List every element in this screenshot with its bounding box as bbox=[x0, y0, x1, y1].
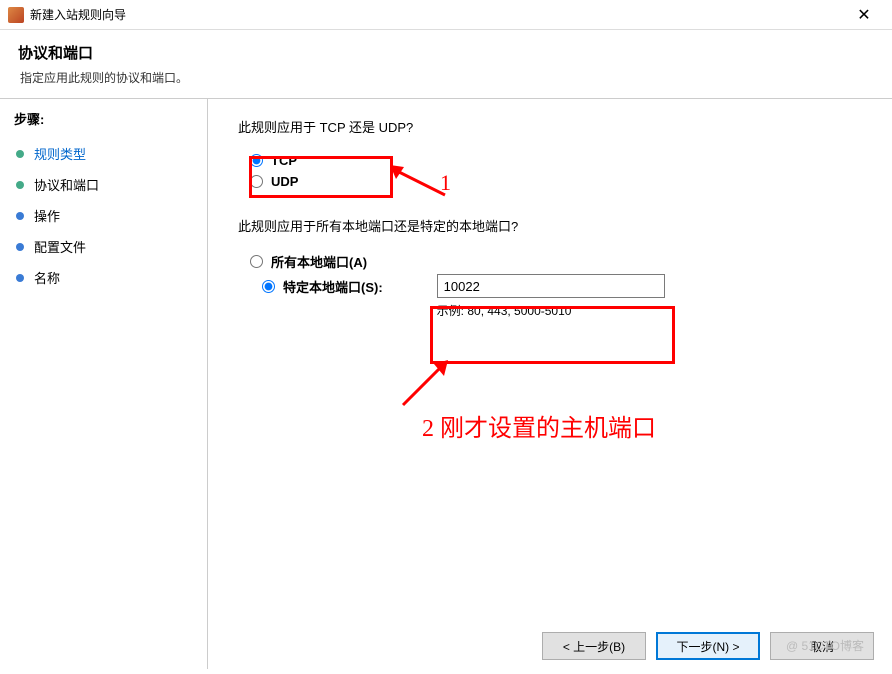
radio-tcp-label: TCP bbox=[271, 153, 297, 168]
radio-tcp[interactable]: TCP bbox=[250, 150, 862, 171]
bullet-icon bbox=[16, 274, 24, 282]
titlebar: 新建入站规则向导 ✕ bbox=[0, 0, 892, 30]
step-label: 规则类型 bbox=[34, 144, 86, 163]
window-title: 新建入站规则向导 bbox=[30, 6, 844, 23]
wizard-footer: < 上一步(B) 下一步(N) > 取消 bbox=[542, 632, 874, 660]
next-button[interactable]: 下一步(N) > bbox=[656, 632, 760, 660]
step-protocol-port[interactable]: 协议和端口 bbox=[14, 169, 193, 200]
page-title: 协议和端口 bbox=[18, 42, 874, 63]
step-label: 名称 bbox=[34, 268, 60, 287]
radio-udp-label: UDP bbox=[271, 174, 298, 189]
radio-specific-ports-input[interactable] bbox=[262, 280, 275, 293]
bullet-icon bbox=[16, 150, 24, 158]
bullet-icon bbox=[16, 212, 24, 220]
port-example: 示例: 80, 443, 5000-5010 bbox=[437, 302, 665, 319]
step-profile[interactable]: 配置文件 bbox=[14, 231, 193, 262]
radio-all-ports-input[interactable] bbox=[250, 255, 263, 268]
radio-all-ports-label: 所有本地端口(A) bbox=[271, 252, 367, 271]
step-rule-type[interactable]: 规则类型 bbox=[14, 138, 193, 169]
radio-specific-ports[interactable]: 特定本地端口(S): bbox=[262, 274, 383, 299]
wizard-content: 此规则应用于 TCP 还是 UDP? TCP UDP 此规则应用于所有本地端口还… bbox=[208, 99, 892, 669]
port-input[interactable] bbox=[437, 274, 665, 298]
app-icon bbox=[8, 7, 24, 23]
close-icon[interactable]: ✕ bbox=[844, 5, 884, 25]
protocol-radio-group: TCP UDP bbox=[250, 150, 862, 192]
step-label: 协议和端口 bbox=[34, 175, 99, 194]
question-ports: 此规则应用于所有本地端口还是特定的本地端口? bbox=[238, 216, 862, 235]
page-subtitle: 指定应用此规则的协议和端口。 bbox=[18, 69, 874, 86]
radio-all-ports[interactable]: 所有本地端口(A) bbox=[250, 249, 862, 274]
bullet-icon bbox=[16, 181, 24, 189]
step-label: 配置文件 bbox=[34, 237, 86, 256]
question-protocol: 此规则应用于 TCP 还是 UDP? bbox=[238, 117, 862, 136]
cancel-button[interactable]: 取消 bbox=[770, 632, 874, 660]
radio-tcp-input[interactable] bbox=[250, 154, 263, 167]
step-name[interactable]: 名称 bbox=[14, 262, 193, 293]
step-action[interactable]: 操作 bbox=[14, 200, 193, 231]
radio-specific-ports-label: 特定本地端口(S): bbox=[283, 277, 383, 296]
steps-sidebar: 步骤: 规则类型 协议和端口 操作 配置文件 名称 bbox=[0, 99, 208, 669]
back-button[interactable]: < 上一步(B) bbox=[542, 632, 646, 660]
port-radio-group: 所有本地端口(A) 特定本地端口(S): 示例: 80, 443, 5000-5… bbox=[250, 249, 862, 319]
bullet-icon bbox=[16, 243, 24, 251]
steps-heading: 步骤: bbox=[14, 109, 193, 128]
radio-udp-input[interactable] bbox=[250, 175, 263, 188]
radio-udp[interactable]: UDP bbox=[250, 171, 862, 192]
wizard-header: 协议和端口 指定应用此规则的协议和端口。 bbox=[0, 30, 892, 96]
step-label: 操作 bbox=[34, 206, 60, 225]
